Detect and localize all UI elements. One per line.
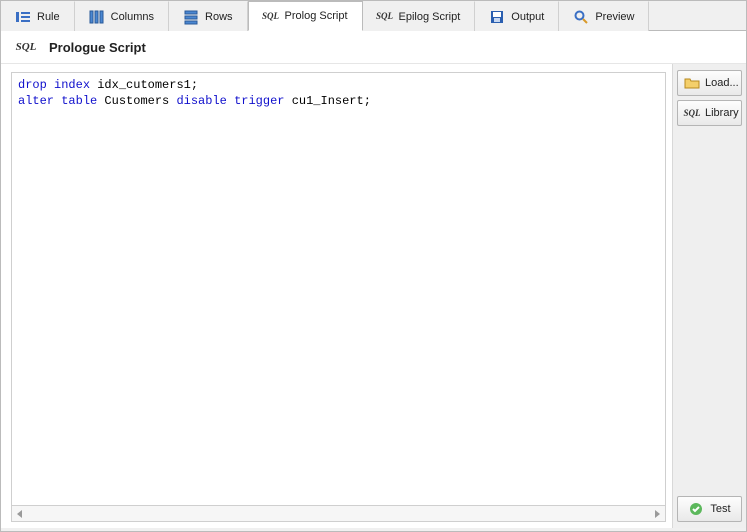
tab-preview[interactable]: Preview — [559, 1, 649, 31]
rule-icon — [15, 9, 31, 25]
scroll-left-icon[interactable] — [14, 508, 26, 520]
sql-editor[interactable]: drop index idx_cutomers1; alter table Cu… — [11, 72, 666, 506]
save-icon — [489, 9, 505, 25]
columns-icon — [89, 9, 105, 25]
horizontal-scrollbar[interactable] — [11, 506, 666, 522]
tab-epilog-script[interactable]: SQL Epilog Script — [363, 1, 476, 31]
tab-label: Epilog Script — [399, 11, 461, 23]
load-button[interactable]: Load... — [677, 70, 742, 96]
check-circle-icon — [688, 501, 704, 517]
sql-icon: SQL — [263, 8, 279, 24]
content-area: drop index idx_cutomers1; alter table Cu… — [1, 64, 746, 528]
tab-label: Preview — [595, 11, 634, 23]
editor-container: drop index idx_cutomers1; alter table Cu… — [1, 64, 672, 528]
tab-rows[interactable]: Rows — [169, 1, 248, 31]
tab-label: Output — [511, 11, 544, 23]
tab-label: Prolog Script — [285, 10, 348, 22]
scroll-right-icon[interactable] — [651, 508, 663, 520]
library-button-label: Library — [705, 107, 739, 119]
tab-rule[interactable]: Rule — [1, 1, 75, 31]
side-bottom-group: Test — [677, 496, 742, 522]
magnifier-icon — [573, 9, 589, 25]
test-button-label: Test — [710, 503, 730, 515]
test-button[interactable]: Test — [677, 496, 742, 522]
sql-icon: SQL — [377, 9, 393, 25]
folder-open-icon — [684, 75, 700, 91]
tab-prolog-script[interactable]: SQL Prolog Script — [248, 1, 363, 31]
sql-icon: SQL — [684, 105, 700, 121]
tab-label: Rule — [37, 11, 60, 23]
page-header: SQL Prologue Script — [1, 31, 746, 64]
page-title: Prologue Script — [49, 40, 146, 55]
load-button-label: Load... — [705, 77, 739, 89]
side-panel: Load... SQL Library Test — [672, 64, 746, 528]
library-button[interactable]: SQL Library — [677, 100, 742, 126]
tab-output[interactable]: Output — [475, 1, 559, 31]
rows-icon — [183, 9, 199, 25]
tab-columns[interactable]: Columns — [75, 1, 169, 31]
side-top-group: Load... SQL Library — [677, 70, 742, 126]
tab-label: Rows — [205, 11, 233, 23]
tab-bar: Rule Columns Rows SQL Prolog Script SQL … — [1, 1, 746, 31]
tab-label: Columns — [111, 11, 154, 23]
sql-script-icon: SQL — [13, 39, 39, 55]
